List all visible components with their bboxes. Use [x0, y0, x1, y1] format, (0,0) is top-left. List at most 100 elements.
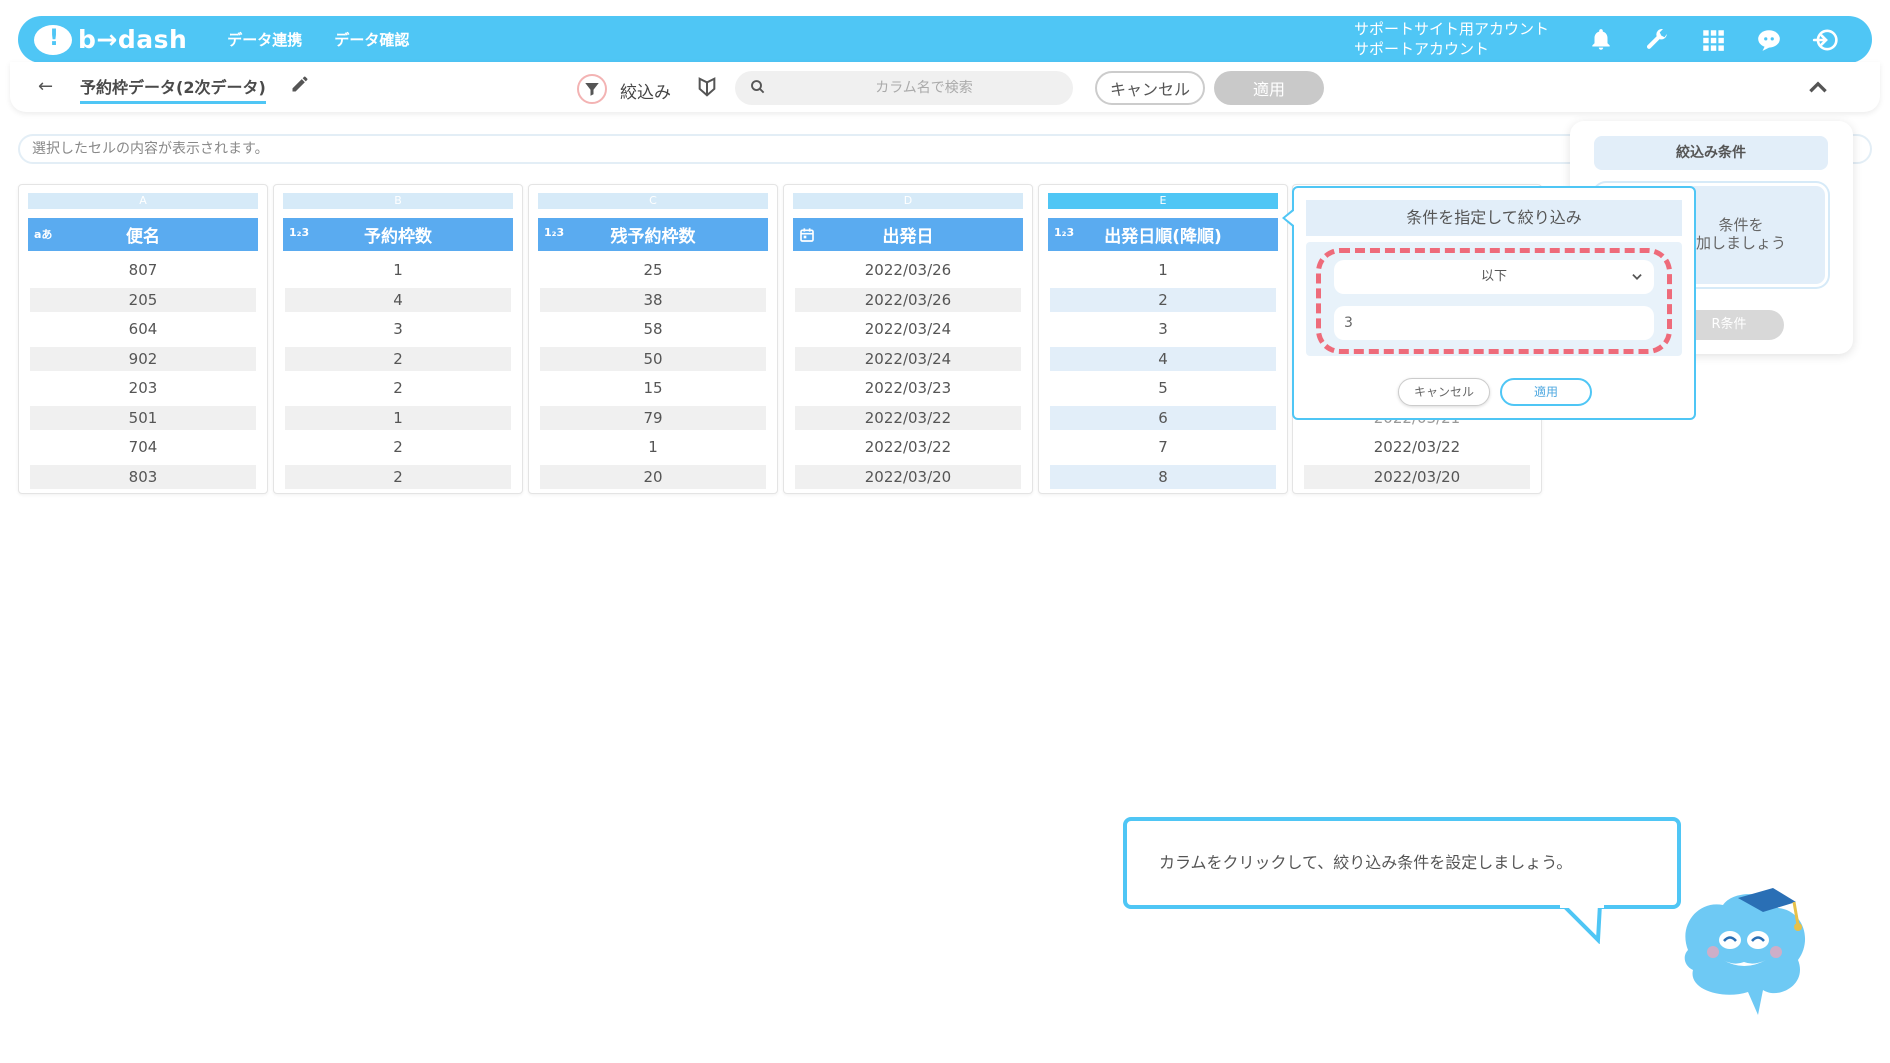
table-cell[interactable]: 50 — [540, 347, 766, 371]
table-cell[interactable]: 3 — [285, 317, 511, 341]
table-cell[interactable]: 807 — [30, 258, 256, 282]
table-cell[interactable]: 58 — [540, 317, 766, 341]
logo-text: b→dash — [78, 25, 188, 54]
table-cell[interactable]: 79 — [540, 406, 766, 430]
table-cell[interactable]: 2022/03/23 — [795, 376, 1021, 400]
table-cell[interactable]: 2 — [285, 435, 511, 459]
dataset-toolbar: ← 予約枠データ(2次データ) 絞込み キャンセル 適用 — [10, 62, 1880, 112]
table-cell[interactable]: 15 — [540, 376, 766, 400]
header-icons — [1588, 16, 1838, 63]
filter-label[interactable]: 絞込み — [620, 78, 671, 103]
tooltip-tail — [1560, 904, 1604, 944]
account-name: サポートアカウント — [1354, 40, 1490, 58]
back-arrow-icon[interactable]: ← — [38, 76, 53, 97]
column-name: 出発日順(降順) — [1104, 227, 1222, 247]
filter-popup: 条件を指定して絞り込み 以下 3 キャンセル 適用 — [1282, 186, 1696, 420]
column-header[interactable]: 1₂3 出発日順(降順) — [1048, 218, 1278, 251]
table-cell[interactable]: 3 — [1050, 317, 1276, 341]
account-info[interactable]: サポートサイト用アカウント サポートアカウント — [1354, 19, 1549, 59]
column-letter: D — [793, 193, 1023, 209]
column-search — [735, 71, 1073, 105]
apply-button[interactable]: 適用 — [1214, 71, 1324, 105]
grid-icon[interactable] — [1700, 27, 1726, 53]
table-cell[interactable]: 2022/03/24 — [795, 347, 1021, 371]
chat-icon[interactable] — [1756, 27, 1782, 53]
column-card[interactable]: D 出発日 2022/03/26 2022/03/26 2022/03/24 2… — [783, 184, 1033, 494]
column-card-selected[interactable]: E 1₂3 出発日順(降順) 1 2 3 4 5 6 7 8 — [1038, 184, 1288, 494]
table-cell[interactable]: 902 — [30, 347, 256, 371]
table-cell[interactable]: 2 — [1050, 288, 1276, 312]
beginner-mark-icon[interactable] — [696, 76, 718, 98]
table-cell[interactable]: 1 — [1050, 258, 1276, 282]
bell-icon[interactable] — [1588, 27, 1614, 53]
guide-tooltip: カラムをクリックして、絞り込み条件を設定しましょう。 — [1123, 817, 1681, 909]
table-cell[interactable]: 1 — [285, 258, 511, 282]
wrench-icon[interactable] — [1644, 27, 1670, 53]
column-card[interactable]: A aあ 便名 807 205 604 902 203 501 704 803 — [18, 184, 268, 494]
table-cell[interactable]: 4 — [1050, 347, 1276, 371]
pencil-icon[interactable] — [290, 74, 310, 94]
logo-mark-icon — [34, 24, 72, 55]
table-cell[interactable]: 7 — [1050, 435, 1276, 459]
table-cell[interactable]: 2022/03/22 — [795, 435, 1021, 459]
table-cell[interactable]: 2 — [285, 347, 511, 371]
table-cell[interactable]: 2022/03/26 — [795, 258, 1021, 282]
column-letter: E — [1048, 193, 1278, 209]
table-cell[interactable]: 501 — [30, 406, 256, 430]
table-cell[interactable]: 2022/03/22 — [795, 406, 1021, 430]
table-cell[interactable]: 8 — [1050, 465, 1276, 489]
nav-data-check[interactable]: データ確認 — [334, 29, 409, 50]
number-type-icon: 1₂3 — [544, 226, 565, 239]
table-cell[interactable]: 4 — [285, 288, 511, 312]
table-cell[interactable]: 2022/03/22 — [1304, 435, 1530, 459]
account-type: サポートサイト用アカウント — [1354, 20, 1550, 38]
table-cell[interactable]: 5 — [1050, 376, 1276, 400]
table-cell[interactable]: 2022/03/20 — [1304, 465, 1530, 489]
column-letter: A — [28, 193, 258, 209]
table-cell[interactable]: 1 — [285, 406, 511, 430]
table-cell[interactable]: 38 — [540, 288, 766, 312]
column-letter: C — [538, 193, 768, 209]
table-cell[interactable]: 2022/03/20 — [795, 465, 1021, 489]
table-cell[interactable]: 704 — [30, 435, 256, 459]
table-cell[interactable]: 2 — [285, 465, 511, 489]
table-cell[interactable]: 2 — [285, 376, 511, 400]
nav-data-integration[interactable]: データ連携 — [227, 29, 302, 50]
table-cell[interactable]: 6 — [1050, 406, 1276, 430]
table-cell[interactable]: 604 — [30, 317, 256, 341]
column-letter: B — [283, 193, 513, 209]
popup-cancel-button[interactable]: キャンセル — [1398, 378, 1490, 406]
column-header[interactable]: aあ 便名 — [28, 218, 258, 251]
number-type-icon: 1₂3 — [289, 226, 310, 239]
filter-icon[interactable] — [577, 74, 607, 104]
column-card[interactable]: C 1₂3 残予約枠数 25 38 58 50 15 79 1 20 — [528, 184, 778, 494]
column-card[interactable]: B 1₂3 予約枠数 1 4 3 2 2 1 2 2 — [273, 184, 523, 494]
table-cell[interactable]: 2022/03/24 — [795, 317, 1021, 341]
table-cell[interactable]: 1 — [540, 435, 766, 459]
chevron-up-icon[interactable] — [1805, 74, 1831, 100]
column-name: 予約枠数 — [364, 227, 432, 247]
table-cell[interactable]: 203 — [30, 376, 256, 400]
cancel-button[interactable]: キャンセル — [1095, 71, 1205, 105]
table-cell[interactable]: 20 — [540, 465, 766, 489]
column-header[interactable]: 1₂3 残予約枠数 — [538, 218, 768, 251]
column-name: 便名 — [126, 227, 160, 247]
column-header[interactable]: 1₂3 予約枠数 — [283, 218, 513, 251]
conditions-title: 絞込み条件 — [1594, 136, 1828, 170]
column-name: 残予約枠数 — [610, 227, 696, 247]
search-input[interactable] — [735, 71, 1073, 105]
number-type-icon: 1₂3 — [1054, 226, 1075, 239]
column-header[interactable]: 出発日 — [793, 218, 1023, 251]
logout-icon[interactable] — [1812, 27, 1838, 53]
search-icon — [751, 80, 765, 94]
table-cell[interactable]: 205 — [30, 288, 256, 312]
mascot-icon — [1684, 888, 1806, 1015]
main-nav: データ連携 データ確認 — [227, 29, 409, 50]
calendar-icon — [800, 228, 814, 242]
table-cell[interactable]: 803 — [30, 465, 256, 489]
popup-apply-button[interactable]: 適用 — [1500, 378, 1592, 406]
dataset-title[interactable]: 予約枠データ(2次データ) — [80, 74, 266, 104]
logo[interactable]: b→dash — [34, 24, 188, 55]
table-cell[interactable]: 2022/03/26 — [795, 288, 1021, 312]
table-cell[interactable]: 25 — [540, 258, 766, 282]
